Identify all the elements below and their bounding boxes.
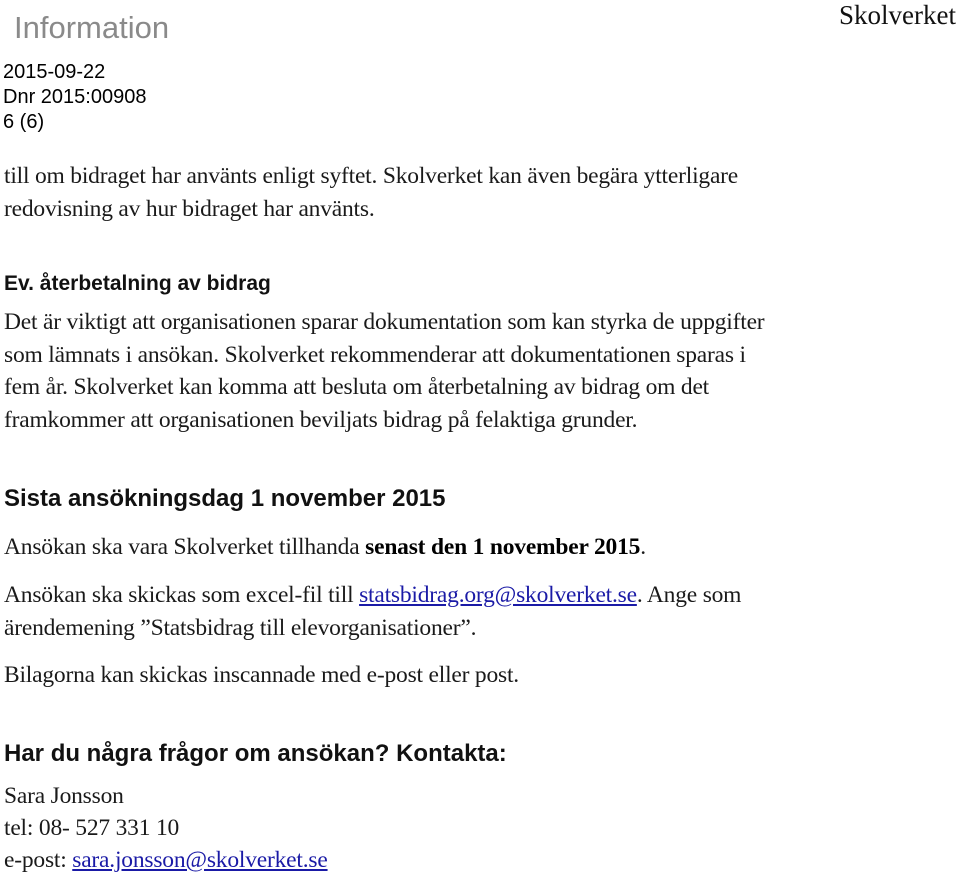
page-number: 6 (6)	[3, 111, 45, 133]
attachments-note: Bilagorna kan skickas inscannade med e-p…	[4, 662, 519, 688]
section-heading-repayment: Ev. återbetalning av bidrag	[4, 272, 271, 295]
submission-email-link[interactable]: statsbidrag.org@skolverket.se	[359, 582, 637, 608]
contact-email-label: e-post:	[4, 847, 73, 873]
submission-text: Ansökan ska skickas som excel-fil till	[4, 582, 360, 608]
deadline-paragraph-2: Ansökan ska skickas som excel-fil till s…	[4, 582, 741, 609]
document-type-label: Information	[14, 10, 170, 45]
repayment-line: framkommer att organisationen beviljats …	[4, 407, 638, 433]
subject-line-instruction: ärendemening ”Statsbidrag till elevorgan…	[4, 615, 477, 641]
deadline-date-emphasis: senast den 1 november 2015	[365, 534, 641, 560]
section-heading-deadline: Sista ansökningsdag 1 november 2015	[4, 485, 446, 512]
section-heading-contact: Har du några frågor om ansökan? Kontakta…	[4, 740, 507, 767]
deadline-text: Ansökan ska vara Skolverket tillhanda	[4, 534, 366, 560]
contact-email-link[interactable]: sara.jonsson@skolverket.se	[72, 847, 328, 873]
intro-line-2: redovisning av hur bidraget har använts.	[4, 196, 375, 222]
document-reference-number: Dnr 2015:00908	[3, 86, 147, 108]
deadline-text-end: .	[640, 534, 646, 560]
deadline-paragraph-1: Ansökan ska vara Skolverket tillhanda se…	[4, 534, 646, 561]
intro-line-1: till om bidraget har använts enligt syft…	[4, 163, 739, 189]
organization-name: Skolverket	[839, 0, 956, 30]
document-date: 2015-09-22	[3, 61, 106, 83]
contact-name: Sara Jonsson	[4, 783, 124, 809]
submission-text-end: . Ange som	[636, 582, 742, 608]
repayment-line: Det är viktigt att organisationen sparar…	[4, 309, 765, 335]
contact-email-row: e-post: sara.jonsson@skolverket.se	[4, 847, 328, 874]
repayment-line: fem år. Skolverket kan komma att besluta…	[4, 374, 710, 400]
contact-phone: tel: 08- 527 331 10	[4, 815, 180, 841]
repayment-line: som lämnats i ansökan. Skolverket rekomm…	[4, 342, 746, 368]
